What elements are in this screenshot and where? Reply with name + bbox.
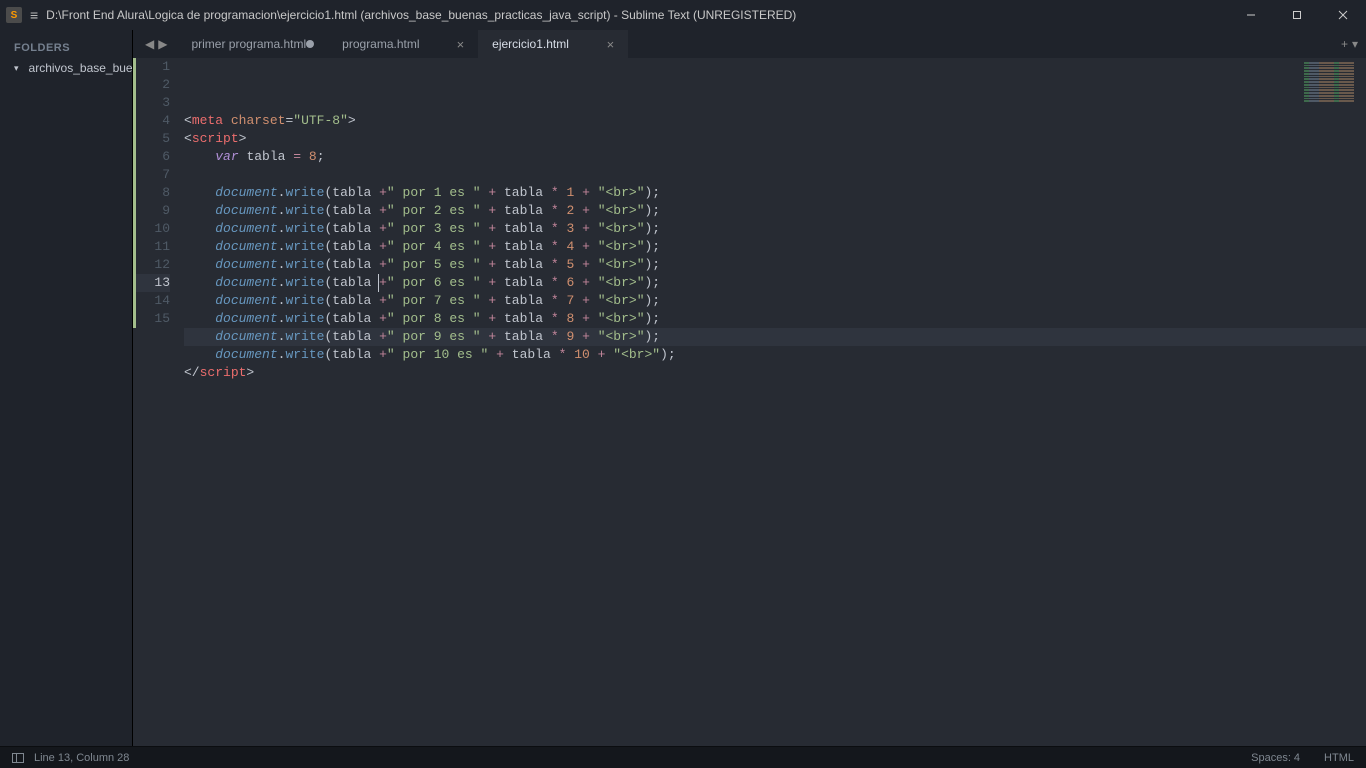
tab-label: primer programa.html <box>191 37 306 51</box>
editor-area: ◀ ▶ primer programa.htmlprograma.html×ej… <box>133 30 1366 746</box>
code-line[interactable]: document.write(tabla +" por 7 es " + tab… <box>184 292 1366 310</box>
folder-root[interactable]: ▾ archivos_base_buenas_practicas_java_sc… <box>0 60 132 76</box>
maximize-button[interactable] <box>1274 0 1320 30</box>
code-content[interactable]: <meta charset="UTF-8"><script> var tabla… <box>180 58 1366 746</box>
tab-nav: ◀ ▶ <box>139 30 177 58</box>
code-line[interactable]: <meta charset="UTF-8"> <box>184 112 1366 130</box>
line-number-gutter[interactable]: 123456789101112131415 <box>136 58 180 746</box>
code-line[interactable] <box>184 166 1366 184</box>
line-number[interactable]: 13 <box>136 274 170 292</box>
menu-icon[interactable]: ≡ <box>30 7 38 23</box>
code-line[interactable]: document.write(tabla +" por 3 es " + tab… <box>184 220 1366 238</box>
line-number[interactable]: 3 <box>136 94 170 112</box>
titlebar: S ≡ D:\Front End Alura\Logica de program… <box>0 0 1366 30</box>
window-controls <box>1228 0 1366 30</box>
new-tab-icon[interactable]: + <box>1341 37 1348 51</box>
code-line[interactable]: </script> <box>184 364 1366 382</box>
close-tab-icon[interactable]: × <box>607 37 615 52</box>
tab-ejercicio1-html[interactable]: ejercicio1.html × <box>478 30 628 58</box>
sublime-logo-icon: S <box>6 7 22 23</box>
line-number[interactable]: 4 <box>136 112 170 130</box>
close-button[interactable] <box>1320 0 1366 30</box>
code-line[interactable]: document.write(tabla +" por 5 es " + tab… <box>184 256 1366 274</box>
panel-toggle-icon[interactable] <box>12 753 24 763</box>
tab-primer-programa-html[interactable]: primer programa.html <box>177 30 328 58</box>
chevron-down-icon: ▾ <box>14 63 19 74</box>
tab-next-icon[interactable]: ▶ <box>156 37 169 51</box>
line-number[interactable]: 8 <box>136 184 170 202</box>
code-line[interactable]: var tabla = 8; <box>184 148 1366 166</box>
sidebar: FOLDERS ▾ archivos_base_buenas_practicas… <box>0 30 133 746</box>
line-number[interactable]: 12 <box>136 256 170 274</box>
tab-label: ejercicio1.html <box>492 37 569 51</box>
line-number[interactable]: 9 <box>136 202 170 220</box>
code-line[interactable]: document.write(tabla +" por 2 es " + tab… <box>184 202 1366 220</box>
tab-menu-icon[interactable]: ▾ <box>1352 37 1358 51</box>
line-number[interactable]: 14 <box>136 292 170 310</box>
code-line[interactable]: document.write(tabla +" por 1 es " + tab… <box>184 184 1366 202</box>
folder-label: archivos_base_buenas_practicas_java_scri… <box>29 61 132 75</box>
line-number[interactable]: 6 <box>136 148 170 166</box>
code-line[interactable]: <script> <box>184 130 1366 148</box>
window-title: D:\Front End Alura\Logica de programacio… <box>46 8 1228 22</box>
minimize-button[interactable] <box>1228 0 1274 30</box>
code-line[interactable]: document.write(tabla +" por 9 es " + tab… <box>184 328 1366 346</box>
status-syntax[interactable]: HTML <box>1324 752 1354 764</box>
code-line[interactable]: document.write(tabla +" por 6 es " + tab… <box>184 274 1366 292</box>
dirty-indicator-icon[interactable] <box>306 40 314 48</box>
text-cursor <box>378 274 379 292</box>
line-number[interactable]: 5 <box>136 130 170 148</box>
line-number[interactable]: 2 <box>136 76 170 94</box>
close-tab-icon[interactable]: × <box>457 37 465 52</box>
code-line[interactable]: document.write(tabla +" por 4 es " + tab… <box>184 238 1366 256</box>
line-number[interactable]: 1 <box>136 58 170 76</box>
tab-label: programa.html <box>342 37 419 51</box>
sidebar-header: FOLDERS <box>0 40 132 60</box>
code-line[interactable]: document.write(tabla +" por 10 es " + ta… <box>184 346 1366 364</box>
line-number[interactable]: 15 <box>136 310 170 328</box>
tab-bar: ◀ ▶ primer programa.htmlprograma.html×ej… <box>133 30 1366 58</box>
status-cursor-position[interactable]: Line 13, Column 28 <box>34 752 129 764</box>
line-number[interactable]: 11 <box>136 238 170 256</box>
minimap[interactable] <box>1302 62 1362 102</box>
tab-prev-icon[interactable]: ◀ <box>143 37 156 51</box>
code-editor[interactable]: 123456789101112131415 <meta charset="UTF… <box>133 58 1366 746</box>
status-bar: Line 13, Column 28 Spaces: 4 HTML <box>0 746 1366 768</box>
line-number[interactable]: 7 <box>136 166 170 184</box>
status-indent[interactable]: Spaces: 4 <box>1251 752 1300 764</box>
code-line[interactable]: document.write(tabla +" por 8 es " + tab… <box>184 310 1366 328</box>
tab-programa-html[interactable]: programa.html × <box>328 30 478 58</box>
line-number[interactable]: 10 <box>136 220 170 238</box>
